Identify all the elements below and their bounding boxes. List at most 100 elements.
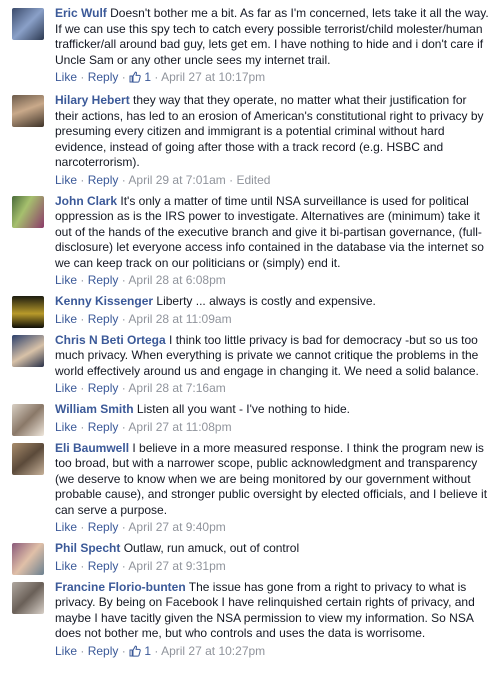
timestamp[interactable]: April 28 at 6:08pm	[128, 273, 225, 287]
comment-body: Eric Wulf Doesn't bother me a bit. As fa…	[55, 6, 489, 68]
comment-body: Chris N Beti Ortega I think too little p…	[55, 333, 489, 380]
separator: ·	[118, 70, 130, 84]
avatar[interactable]	[12, 581, 44, 614]
reply-link[interactable]: Reply	[88, 559, 119, 573]
commenter-name[interactable]: William Smith	[55, 402, 134, 416]
timestamp[interactable]: April 27 at 9:31pm	[128, 559, 225, 573]
avatar[interactable]	[12, 296, 44, 328]
comment: Francine Florio-bunten The issue has gon…	[0, 574, 495, 661]
comment-actions: Like · Reply · April 29 at 7:01am · Edit…	[55, 172, 489, 188]
reply-link[interactable]: Reply	[88, 173, 119, 187]
separator: ·	[77, 381, 88, 395]
like-link[interactable]: Like	[55, 559, 77, 573]
like-link[interactable]: Like	[55, 381, 77, 395]
timestamp[interactable]: April 27 at 10:27pm	[161, 644, 265, 658]
timestamp[interactable]: April 28 at 7:16am	[128, 381, 225, 395]
commenter-name[interactable]: John Clark	[55, 194, 117, 208]
reply-link[interactable]: Reply	[88, 420, 119, 434]
comment: Eli Baumwell I believe in a more measure…	[0, 435, 495, 536]
separator: ·	[118, 273, 129, 287]
comment-actions: Like · Reply · April 28 at 7:16am	[55, 380, 489, 396]
avatar[interactable]	[12, 543, 44, 575]
separator: ·	[118, 311, 129, 326]
avatar[interactable]	[12, 404, 44, 436]
comment: Hilary Hebert they way that they operate…	[0, 87, 495, 188]
comment: Eric Wulf Doesn't bother me a bit. As fa…	[0, 0, 495, 87]
reply-link[interactable]: Reply	[88, 273, 119, 287]
separator: ·	[77, 520, 88, 534]
commenter-name[interactable]: Francine Florio-bunten	[55, 580, 186, 594]
comment-body: Phil Specht Outlaw, run amuck, out of co…	[55, 541, 489, 557]
comment: Chris N Beti Ortega I think too little p…	[0, 327, 495, 397]
separator: ·	[118, 520, 129, 534]
like-link[interactable]: Like	[55, 420, 77, 434]
comment-actions: Like · Reply · April 27 at 9:40pm	[55, 519, 489, 535]
separator: ·	[118, 172, 129, 187]
thumbs-up-icon	[129, 645, 141, 661]
comment-text: Doesn't bother me a bit. As far as I'm c…	[55, 6, 489, 67]
separator: ·	[118, 643, 130, 658]
separator: ·	[151, 70, 162, 84]
timestamp[interactable]: April 28 at 11:09am	[128, 312, 231, 326]
comment-actions: Like · Reply · 1 · April 27 at 10:27pm	[55, 643, 489, 661]
like-link[interactable]: Like	[55, 70, 77, 84]
separator: ·	[118, 381, 129, 395]
separator: ·	[77, 273, 88, 287]
comment-body: John Clark It's only a matter of time un…	[55, 194, 489, 272]
timestamp[interactable]: April 27 at 11:08pm	[128, 420, 231, 434]
commenter-name[interactable]: Eric Wulf	[55, 6, 107, 20]
commenter-name[interactable]: Phil Specht	[55, 541, 120, 555]
comment-text: Liberty ... always is costly and expensi…	[156, 294, 376, 308]
reply-link[interactable]: Reply	[88, 381, 119, 395]
commenter-name[interactable]: Kenny Kissenger	[55, 294, 153, 308]
comment-body: Kenny Kissenger Liberty ... always is co…	[55, 294, 489, 310]
comment-body: Eli Baumwell I believe in a more measure…	[55, 441, 489, 519]
reply-link[interactable]: Reply	[88, 70, 119, 84]
reply-link[interactable]: Reply	[88, 520, 119, 534]
avatar[interactable]	[12, 8, 44, 40]
separator: ·	[77, 643, 88, 658]
edited-label[interactable]: Edited	[236, 173, 270, 187]
like-link[interactable]: Like	[55, 520, 77, 534]
timestamp[interactable]: April 29 at 7:01am	[128, 173, 225, 187]
commenter-name[interactable]: Hilary Hebert	[55, 93, 130, 107]
comment-body: William Smith Listen all you want - I've…	[55, 402, 489, 418]
separator: ·	[151, 643, 162, 658]
comment-actions: Like · Reply · April 27 at 11:08pm	[55, 419, 489, 435]
separator: ·	[118, 558, 129, 573]
like-link[interactable]: Like	[55, 644, 77, 658]
comment-actions: Like · Reply · April 27 at 9:31pm	[55, 558, 489, 574]
separator: ·	[77, 311, 88, 326]
like-link[interactable]: Like	[55, 173, 77, 187]
separator: ·	[77, 419, 88, 434]
comment-actions: Like · Reply · 1 · April 27 at 10:17pm	[55, 69, 489, 87]
comment-text: Outlaw, run amuck, out of control	[123, 541, 300, 555]
separator: ·	[118, 419, 129, 434]
avatar[interactable]	[12, 195, 44, 228]
avatar[interactable]	[12, 334, 44, 367]
separator: ·	[77, 172, 88, 187]
timestamp[interactable]: April 27 at 9:40pm	[128, 520, 225, 534]
comment: John Clark It's only a matter of time un…	[0, 188, 495, 289]
separator: ·	[77, 558, 88, 573]
separator: ·	[77, 70, 88, 84]
comment-text: It's only a matter of time until NSA sur…	[55, 193, 484, 270]
comment-actions: Like · Reply · April 28 at 11:09am	[55, 311, 489, 327]
commenter-name[interactable]: Chris N Beti Ortega	[55, 333, 166, 347]
reply-link[interactable]: Reply	[88, 644, 119, 658]
comment-actions: Like · Reply · April 28 at 6:08pm	[55, 272, 489, 288]
avatar[interactable]	[12, 442, 44, 475]
like-link[interactable]: Like	[55, 273, 77, 287]
thumbs-up-icon	[129, 71, 141, 87]
like-count[interactable]: 1	[129, 644, 151, 658]
avatar[interactable]	[12, 95, 44, 127]
comment-text: Listen all you want - I've nothing to hi…	[136, 402, 351, 416]
comment-body: Hilary Hebert they way that they operate…	[55, 93, 489, 171]
comment: Phil Specht Outlaw, run amuck, out of co…	[0, 535, 495, 575]
timestamp[interactable]: April 27 at 10:17pm	[161, 70, 265, 84]
like-link[interactable]: Like	[55, 312, 77, 326]
like-count[interactable]: 1	[129, 70, 151, 84]
reply-link[interactable]: Reply	[88, 312, 119, 326]
separator: ·	[225, 172, 237, 187]
commenter-name[interactable]: Eli Baumwell	[55, 441, 129, 455]
